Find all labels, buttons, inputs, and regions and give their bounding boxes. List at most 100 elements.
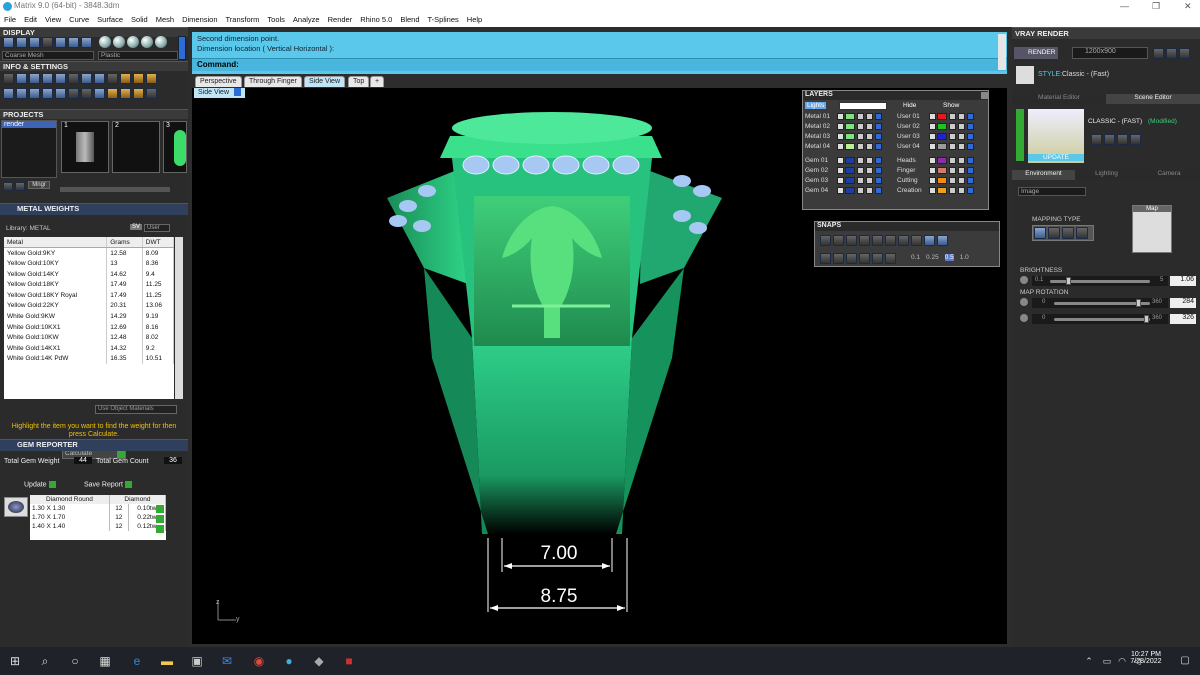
tool-icon[interactable] — [146, 73, 157, 84]
gear-icon[interactable] — [3, 73, 14, 84]
snap-tool-icon[interactable] — [846, 253, 857, 264]
add-icon[interactable] — [3, 182, 13, 191]
table-row[interactable]: White Gold:14KX1 14.32 9.2 — [4, 342, 174, 354]
snap-val[interactable]: 1.0 — [960, 254, 969, 261]
layer-select-icon[interactable] — [875, 123, 882, 130]
table-row[interactable]: White Gold:9KW 14.29 9.19 — [4, 311, 174, 322]
snap-tool-icon[interactable] — [885, 253, 896, 264]
tool-icon[interactable] — [3, 88, 14, 99]
layer-color-swatch[interactable] — [937, 157, 947, 164]
close-button[interactable]: ✕ — [1184, 1, 1192, 12]
lock-icon[interactable] — [949, 157, 956, 164]
col-header-metal[interactable]: Metal — [4, 237, 108, 249]
layer-select-icon[interactable] — [967, 143, 974, 150]
menu-dimension[interactable]: Dimension — [178, 14, 221, 24]
menu-blend[interactable]: Blend — [396, 14, 423, 24]
tool-icon[interactable] — [133, 73, 144, 84]
rhino-icon[interactable]: ◆ — [310, 652, 328, 670]
project-thumb-1[interactable]: 1 — [61, 121, 109, 173]
tool-icon[interactable] — [1130, 134, 1141, 145]
render-button[interactable]: RENDER — [1014, 47, 1058, 59]
file-explorer-icon[interactable]: ▬ — [158, 652, 176, 670]
tool-icon[interactable] — [68, 88, 79, 99]
table-row[interactable]: Yellow Gold:14KY 14.62 9.4 — [4, 268, 174, 280]
subtab-environment[interactable]: Environment — [1012, 170, 1075, 180]
tab-side-view[interactable]: Side View — [304, 76, 346, 87]
table-row[interactable]: 1.40 X 1.40 12 0.12tw — [30, 522, 167, 531]
table-row[interactable]: Yellow Gold:18KY 17.49 11.25 — [4, 279, 174, 290]
clock[interactable]: 10:27 PM 7/28/2022 — [1124, 651, 1168, 665]
lights-label[interactable]: Lights — [805, 102, 827, 109]
rotation-2-value[interactable]: 326 — [1170, 314, 1196, 324]
tool-icon[interactable] — [120, 88, 131, 99]
mapping-cylinder-icon[interactable] — [1076, 227, 1088, 239]
layer-name[interactable]: Metal 04 — [805, 143, 830, 151]
edge-icon[interactable]: e — [128, 652, 146, 670]
tab-scene-editor[interactable]: Scene Editor — [1106, 94, 1200, 104]
tool-icon[interactable] — [1179, 48, 1190, 59]
play-icon[interactable] — [156, 505, 164, 513]
snap-int-icon[interactable] — [885, 235, 896, 246]
visibility-icon[interactable] — [958, 143, 965, 150]
maximize-button[interactable]: ❐ — [1152, 1, 1160, 12]
tool-icon[interactable] — [1166, 48, 1177, 59]
lock-icon[interactable] — [857, 113, 864, 120]
lights-controls[interactable] — [839, 102, 887, 110]
layer-select-icon[interactable] — [875, 133, 882, 140]
manager-button[interactable]: Mngr — [28, 181, 50, 189]
project-thumb-2[interactable]: 2 — [112, 121, 160, 173]
visibility-icon[interactable] — [866, 157, 873, 164]
table-row[interactable]: White Gold:14K PdW 16.35 10.51 — [4, 353, 174, 365]
layer-select-icon[interactable] — [875, 167, 882, 174]
layer-arrow-icon[interactable] — [929, 143, 936, 150]
tab-add[interactable]: + — [370, 76, 385, 87]
tool-icon[interactable] — [42, 88, 53, 99]
menu-mesh[interactable]: Mesh — [152, 14, 178, 24]
close-icon[interactable] — [981, 92, 988, 99]
table-row[interactable]: White Gold:10KW 12.48 8.02 — [4, 332, 174, 343]
col-header-grams[interactable]: Grams — [106, 237, 143, 249]
use-object-materials-select[interactable]: Use Object Materials — [95, 405, 177, 414]
snap-point-icon[interactable] — [846, 235, 857, 246]
rotation-1-value[interactable]: 284 — [1170, 298, 1196, 308]
rotation-2-knob[interactable] — [1144, 315, 1149, 323]
lock-icon[interactable] — [857, 143, 864, 150]
visibility-icon[interactable] — [866, 187, 873, 194]
snap-near-icon[interactable] — [833, 235, 844, 246]
menu-rhino[interactable]: Rhino 5.0 — [356, 14, 396, 24]
layer-arrow-icon[interactable] — [837, 167, 844, 174]
tab-material-editor[interactable]: Material Editor — [1012, 94, 1106, 104]
remove-icon[interactable] — [15, 182, 25, 191]
rotation-slider-2[interactable]: 0 360 — [1032, 314, 1168, 324]
layer-select-icon[interactable] — [967, 123, 974, 130]
visibility-icon[interactable] — [958, 113, 965, 120]
environment-type-select[interactable]: Image — [1018, 187, 1086, 196]
layer-arrow-icon[interactable] — [837, 143, 844, 150]
tab-through-finger[interactable]: Through Finger — [244, 76, 302, 87]
lock-icon[interactable] — [949, 187, 956, 194]
snap-perp-icon[interactable] — [898, 235, 909, 246]
hide-label[interactable]: Hide — [903, 102, 916, 109]
vray-app-icon[interactable]: ■ — [340, 652, 358, 670]
tool-icon[interactable] — [146, 88, 157, 99]
snap-mid-icon[interactable] — [859, 235, 870, 246]
snap-end-icon[interactable] — [820, 235, 831, 246]
layer-name[interactable]: Gem 04 — [805, 187, 828, 195]
table-row[interactable]: Yellow Gold:10KY 13 8.36 — [4, 258, 174, 269]
layer-name[interactable]: Creation — [897, 187, 922, 195]
lock-icon[interactable] — [857, 177, 864, 184]
visibility-icon[interactable] — [958, 167, 965, 174]
display-tool-icon[interactable] — [16, 37, 27, 48]
menu-analyze[interactable]: Analyze — [289, 14, 324, 24]
tab-perspective[interactable]: Perspective — [195, 76, 242, 87]
update-button[interactable]: Update — [24, 481, 56, 488]
table-row[interactable]: Yellow Gold:22KY 20.31 13.06 — [4, 300, 174, 312]
layer-name[interactable]: User 03 — [897, 133, 920, 141]
layer-color-swatch[interactable] — [845, 157, 855, 164]
layer-name[interactable]: User 02 — [897, 123, 920, 131]
tab-top[interactable]: Top — [348, 76, 370, 87]
menu-surface[interactable]: Surface — [93, 14, 127, 24]
snap-tool-icon[interactable] — [859, 253, 870, 264]
mail-icon[interactable]: ✉ — [218, 652, 236, 670]
map-thumb[interactable]: Map — [1132, 205, 1172, 253]
